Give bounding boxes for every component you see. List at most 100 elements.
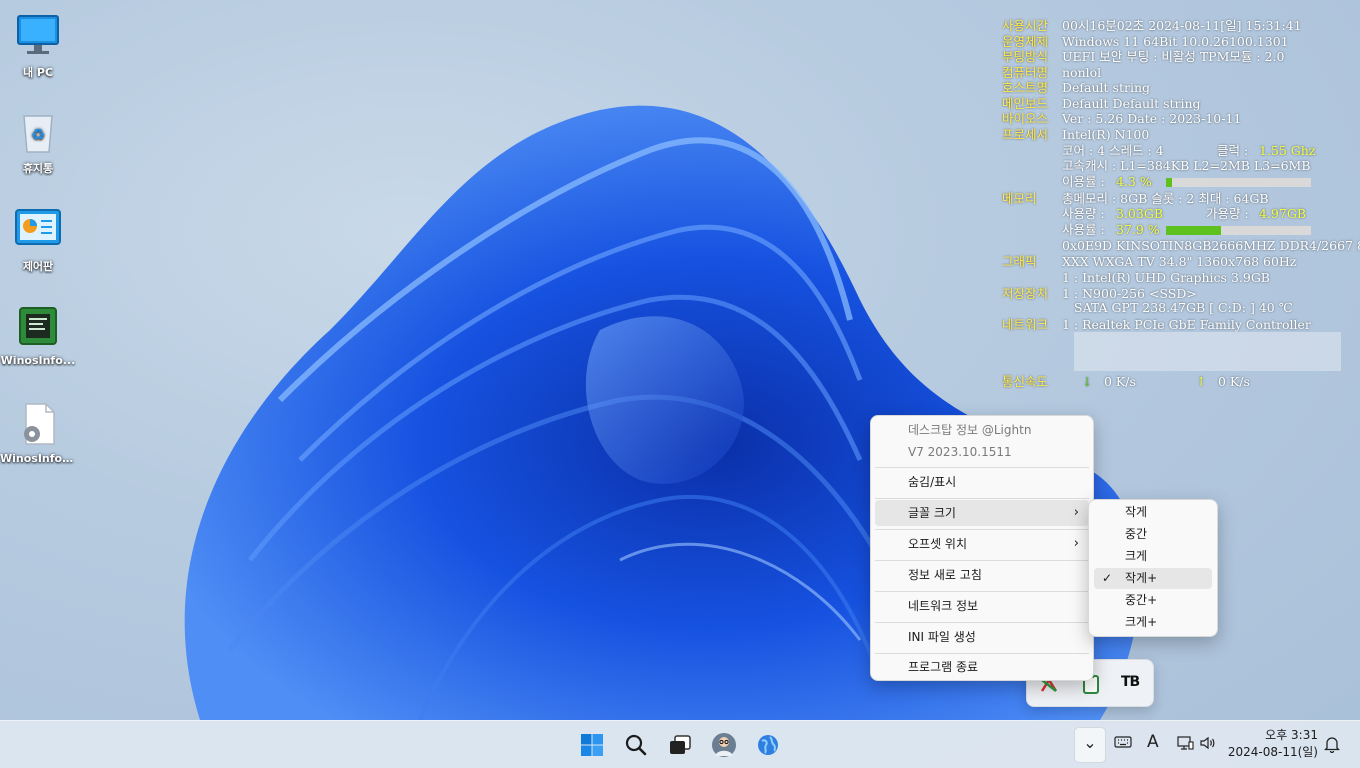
info-value: 1 : Intel(R) UHD Graphics 3.9GB: [1062, 270, 1270, 285]
info-key: 메인보드: [1002, 96, 1049, 111]
notification-bell-icon[interactable]: [1323, 735, 1341, 757]
info-value: SATA GPT 238.47GB [ C:D: ] 40 ℃: [1074, 300, 1293, 315]
menu-item-label: 정보 새로 고침: [908, 568, 982, 582]
submenu-item-medium[interactable]: 중간: [1094, 524, 1212, 545]
menu-item-label: 숨김/표시: [908, 475, 957, 489]
menu-item-label: 오프셋 위치: [908, 537, 968, 551]
submenu-item-label: 작게+: [1125, 571, 1158, 585]
info-key: 그래픽: [1002, 254, 1037, 269]
globe-browser-icon[interactable]: [752, 729, 784, 761]
recycle-bin-icon: ♻: [14, 108, 62, 156]
submenu-item-label: 크게+: [1125, 615, 1158, 629]
info-key: 저장장치: [1002, 286, 1049, 301]
desktop-icon-this-pc[interactable]: 내 PC: [0, 12, 76, 80]
submenu-item-label: 중간+: [1125, 593, 1158, 607]
cpu-usage-bar-fill: [1166, 178, 1173, 187]
submenu-item-small[interactable]: 작게: [1094, 502, 1212, 523]
info-key: 프로세서: [1002, 127, 1049, 142]
tb-app-icon[interactable]: TB: [1121, 674, 1140, 690]
app-avatar-icon[interactable]: [708, 729, 740, 761]
menu-separator: [875, 622, 1089, 623]
chip-app-icon: [14, 302, 62, 350]
info-key: 메모리: [1002, 191, 1037, 206]
network-info-panel: [1074, 332, 1341, 371]
desktop-icon-label: 제어판: [22, 260, 54, 273]
cpu-usage-value: 4.3 %: [1116, 174, 1152, 189]
menu-item-exit[interactable]: 프로그램 종료: [875, 654, 1089, 680]
context-menu: 데스크탑 정보 @Lightn V7 2023.10.1511 숨김/표시 글꼴…: [870, 415, 1094, 681]
menu-item-toggle-visibility[interactable]: 숨김/표시: [875, 469, 1089, 495]
control-panel-icon: [14, 206, 62, 254]
submenu-item-label: 작게: [1125, 505, 1148, 519]
info-key: 컴퓨터명: [1002, 65, 1049, 80]
menu-separator: [875, 591, 1089, 592]
menu-item-refresh[interactable]: 정보 새로 고침: [875, 562, 1089, 588]
cpu-clock-label: 클럭 :: [1217, 143, 1249, 158]
info-key: 운영체제: [1002, 34, 1049, 49]
info-value: Windows 11 64Bit 10.0.26100.1301: [1062, 34, 1289, 49]
memory-avail-label: 가용량 :: [1206, 206, 1249, 221]
font-size-submenu: 작게 중간 크게 ✓ 작게+ 중간+ 크게+: [1088, 499, 1218, 637]
task-view-icon[interactable]: [664, 729, 696, 761]
info-value: 1 : Realtek PCIe GbE Family Controller: [1062, 317, 1311, 332]
desktop-icon-winosinfo-ini[interactable]: WinosInfo.ini: [0, 400, 76, 465]
taskbar: ⌄ A 오후 3:31 2024-08-11(일): [0, 720, 1360, 768]
chevron-right-icon: ›: [1073, 505, 1079, 520]
info-key: 통신속도: [1002, 374, 1049, 389]
memory-rate-label: 사용률 :: [1062, 222, 1105, 237]
desktop-icon-label: 내 PC: [22, 66, 54, 79]
download-arrow-icon: ↓: [1082, 374, 1093, 389]
menu-item-font-size[interactable]: 글꼴 크기 ›: [875, 500, 1089, 526]
submenu-item-large[interactable]: 크게: [1094, 546, 1212, 567]
info-value: Intel(R) N100: [1062, 127, 1150, 142]
submenu-item-large-plus[interactable]: 크게+: [1094, 612, 1212, 633]
menu-item-offset-position[interactable]: 오프셋 위치 ›: [875, 531, 1089, 557]
memory-used-value: 3.03GB: [1116, 206, 1164, 221]
clock-date: 2024-08-11(일): [1227, 745, 1318, 759]
desktop-icon-label: 휴지통: [22, 162, 54, 175]
info-key: 사용시간: [1002, 18, 1049, 33]
menu-separator: [875, 467, 1089, 468]
info-key: 부팅방식: [1002, 49, 1049, 64]
windows-start-icon[interactable]: [576, 729, 608, 761]
submenu-item-medium-plus[interactable]: 중간+: [1094, 590, 1212, 611]
tray-chevron-button[interactable]: ⌄: [1074, 727, 1106, 763]
info-value: Default string: [1062, 80, 1151, 95]
submenu-item-label: 중간: [1125, 527, 1148, 541]
computer-icon: [14, 12, 62, 60]
info-value: Default Default string: [1062, 96, 1201, 111]
svg-text:♻: ♻: [31, 125, 45, 144]
taskbar-clock[interactable]: 오후 3:31 2024-08-11(일): [1226, 727, 1318, 761]
ini-file-icon: [14, 400, 62, 448]
checkmark-icon: ✓: [1102, 571, 1113, 585]
memory-usage-bar-fill: [1166, 226, 1221, 235]
keyboard-icon[interactable]: [1114, 735, 1132, 753]
menu-item-network-info[interactable]: 네트워크 정보: [875, 593, 1089, 619]
desktop-icon-control-panel[interactable]: 제어판: [0, 206, 76, 274]
cpu-clock-value: 1.55 Ghz: [1259, 143, 1316, 158]
desktop-icon-label: WinosInfo.ini: [0, 452, 76, 465]
search-icon[interactable]: [620, 729, 652, 761]
submenu-item-small-plus[interactable]: ✓ 작게+: [1094, 568, 1212, 589]
info-key: 네트워크: [1002, 317, 1049, 332]
menu-item-create-ini[interactable]: INI 파일 생성: [875, 624, 1089, 650]
desktop-icon-recycle-bin[interactable]: ♻ 휴지통: [0, 108, 76, 176]
info-key: 호스트명: [1002, 80, 1049, 95]
chevron-right-icon: ›: [1073, 536, 1079, 551]
memory-used-label: 사용량 :: [1062, 206, 1105, 221]
info-value: 고속캐시 : L1=384KB L2=2MB L3=6MB: [1062, 158, 1311, 173]
volume-icon[interactable]: [1199, 735, 1217, 755]
menu-version: V7 2023.10.1511: [908, 445, 1012, 459]
cpu-usage-bar: [1166, 178, 1311, 187]
ime-language-indicator[interactable]: A: [1147, 733, 1159, 751]
info-value: XXX WXGA TV 34.8" 1360x768 60Hz: [1062, 254, 1297, 269]
info-value: UEFI 보안 부팅 : 비활성 TPM모듈 : 2.0: [1062, 49, 1285, 64]
network-icon[interactable]: [1176, 735, 1194, 755]
cpu-usage-label: 이용률 :: [1062, 174, 1105, 189]
memory-avail-value: 4.97GB: [1259, 206, 1307, 221]
menu-item-label: INI 파일 생성: [908, 630, 976, 644]
info-value: nonlol: [1062, 65, 1102, 80]
info-key: 바이오스: [1002, 111, 1049, 126]
memory-rate-value: 37.9 %: [1116, 222, 1160, 237]
desktop-icon-winosinfo-app[interactable]: WinosInfo...: [0, 302, 76, 367]
